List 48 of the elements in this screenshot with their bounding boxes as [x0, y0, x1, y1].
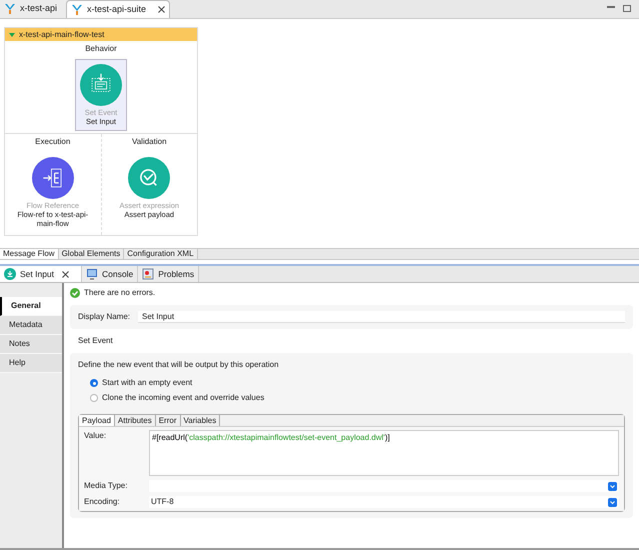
field-label: Display Name:: [78, 311, 130, 323]
status-message: There are no errors.: [84, 287, 156, 299]
flow-header[interactable]: x-test-api-main-flow-test: [5, 28, 197, 41]
sidebar-item[interactable]: Help: [0, 354, 62, 373]
payload-tab[interactable]: Error: [156, 415, 180, 426]
assert-node-icon: [128, 157, 170, 199]
field-label: Value:: [84, 430, 108, 442]
sidebar-item[interactable]: General: [0, 297, 62, 316]
view-tab[interactable]: Set Input: [0, 266, 82, 282]
radio-button[interactable]: [90, 379, 98, 387]
payload-tab[interactable]: Payload: [79, 415, 115, 426]
close-icon[interactable]: [62, 270, 70, 278]
section-heading: Execution: [35, 136, 70, 148]
section-heading: Validation: [132, 136, 167, 148]
maximize-icon[interactable]: [623, 5, 631, 12]
field-label: Encoding:: [84, 496, 121, 508]
editor-tab[interactable]: x-test-api: [0, 0, 66, 18]
payload-tab[interactable]: Attributes: [114, 415, 156, 426]
field-label: Media Type:: [84, 480, 128, 492]
check-icon: [70, 288, 80, 298]
description: Define the new event that will be output by this operation: [78, 359, 280, 371]
chevron-icon: [608, 482, 617, 490]
close-icon[interactable]: [158, 6, 166, 13]
radio-label: Clone the incoming event and override values: [102, 392, 264, 404]
radio-label: Start with an empty event: [102, 377, 192, 389]
dropdown[interactable]: UTF-8: [149, 496, 619, 508]
flow-node-icon: [32, 157, 74, 199]
flow-title: x-test-api-main-flow-test: [19, 28, 104, 40]
canvas-tab[interactable]: Message Flow: [0, 249, 59, 259]
monitor-icon: [86, 268, 98, 280]
sidebar-item[interactable]: Notes: [0, 335, 62, 354]
download-icon: [4, 268, 16, 280]
input-field[interactable]: Set Input: [138, 311, 625, 323]
chevron-icon: [608, 498, 617, 506]
sidebar-item[interactable]: Metadata: [0, 316, 62, 335]
view-tab[interactable]: Problems: [138, 266, 200, 282]
code-editor[interactable]: #[readUrl('classpath://xtestapimainflowtest/set-event_payload.dwl')]: [149, 430, 619, 476]
radio-button[interactable]: [90, 394, 98, 402]
section-heading: Behavior: [85, 43, 117, 55]
canvas-tab[interactable]: Global Elements: [58, 249, 124, 259]
dropdown-value: UTF-8: [151, 496, 174, 508]
problems-icon: [142, 268, 154, 280]
payload-tab[interactable]: Variables: [180, 415, 220, 426]
canvas-tab[interactable]: Configuration XML: [124, 249, 198, 259]
section-heading: Set Event: [77, 335, 114, 347]
editor-tab[interactable]: x-test-api-suite: [66, 0, 170, 18]
event-node-icon: [80, 64, 122, 106]
view-tab[interactable]: Console: [82, 266, 138, 282]
